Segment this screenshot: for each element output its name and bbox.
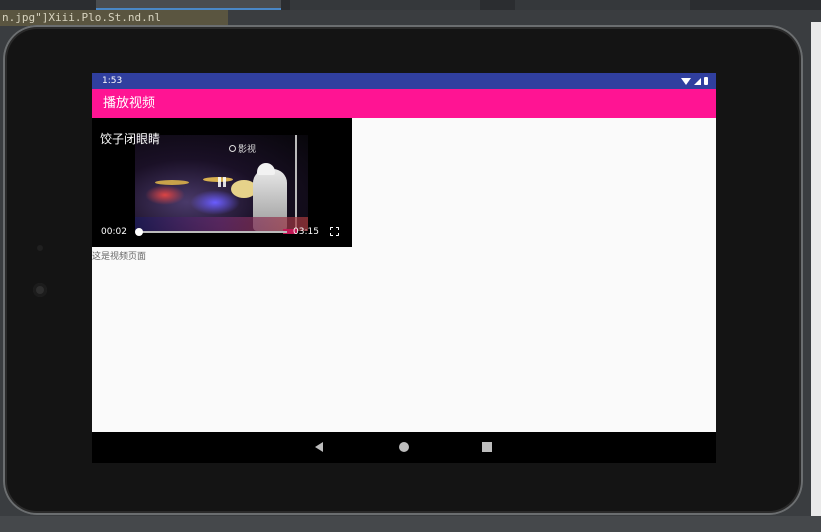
navigation-bar (92, 432, 716, 463)
current-time: 00:02 (101, 227, 127, 237)
video-watermark: 影视 (229, 142, 256, 155)
watermark-icon (229, 145, 236, 152)
app-bar: 播放视频 (92, 89, 716, 118)
ide-editor-tab[interactable] (515, 0, 690, 10)
status-icons (681, 73, 708, 89)
ide-editor-tab[interactable] (290, 0, 480, 10)
device-screen: 1:53 播放视频 影视 饺子闭眼睛 00:02 03:15 这是视频页面 (92, 73, 716, 463)
video-player[interactable]: 影视 饺子闭眼睛 00:02 03:15 (92, 118, 352, 247)
status-time: 1:53 (102, 76, 123, 86)
wifi-icon (681, 77, 691, 85)
performer-hat (257, 163, 275, 175)
page-title: 播放视频 (103, 96, 156, 111)
camera-icon (33, 283, 47, 297)
fullscreen-icon[interactable] (330, 227, 339, 236)
ide-editor-tab[interactable] (96, 0, 281, 10)
ide-side-panel (811, 22, 821, 532)
ide-status-area (0, 516, 821, 532)
signal-icon (694, 77, 701, 85)
pause-icon[interactable] (218, 177, 226, 187)
seek-thumb[interactable] (134, 228, 143, 236)
ide-tab-bar (0, 0, 821, 10)
stage-light (145, 185, 185, 205)
watermark-text: 影视 (238, 145, 257, 155)
cymbal (155, 180, 189, 185)
back-icon[interactable] (315, 442, 323, 452)
total-time: 03:15 (293, 227, 319, 237)
page-description: 这是视频页面 (92, 252, 147, 262)
home-icon[interactable] (399, 442, 409, 452)
sensor-icon (37, 245, 43, 251)
video-title: 饺子闭眼睛 (100, 132, 161, 146)
recent-apps-icon[interactable] (482, 442, 492, 452)
battery-icon (704, 77, 708, 85)
ide-code-strip: n.jpg"]Xiii.Plo.St.nd.nl (0, 10, 228, 26)
status-bar: 1:53 (92, 73, 716, 89)
seek-bar[interactable] (134, 228, 287, 236)
